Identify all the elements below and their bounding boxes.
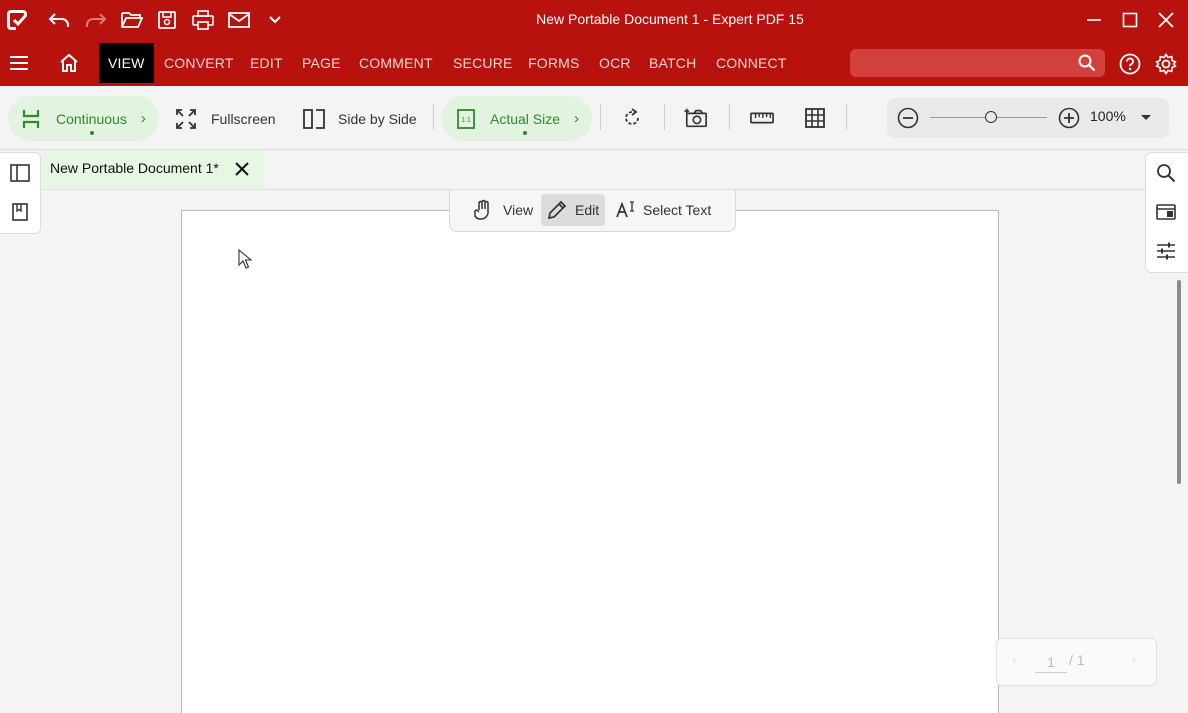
help-icon[interactable] — [1118, 52, 1142, 76]
fullscreen-icon — [176, 108, 196, 129]
fullscreen-button[interactable]: Fullscreen — [176, 96, 276, 141]
side-by-side-label: Side by Side — [338, 110, 417, 127]
tab-view[interactable]: VIEW — [99, 43, 154, 83]
title-bar: New Portable Document 1 - Expert PDF 15 — [0, 0, 1188, 40]
continuous-icon — [22, 109, 40, 129]
zoom-dropdown-chevron-down-icon[interactable] — [1134, 106, 1158, 130]
ruler-icon[interactable] — [750, 106, 774, 130]
left-side-rail — [0, 152, 41, 234]
actual-size-chevron-icon[interactable]: › — [574, 110, 579, 127]
tab-edit[interactable]: EDIT — [250, 43, 283, 83]
svg-text:1:1: 1:1 — [461, 117, 471, 124]
undo-icon[interactable] — [47, 8, 71, 32]
side-by-side-button[interactable]: Side by Side — [303, 96, 417, 141]
open-folder-icon[interactable] — [120, 8, 144, 32]
email-icon[interactable] — [227, 8, 251, 32]
previous-page-icon[interactable]: ‹ — [1012, 652, 1016, 667]
save-icon[interactable] — [155, 8, 179, 32]
continuous-active-dot — [90, 131, 94, 135]
find-search-icon[interactable] — [1155, 162, 1177, 184]
close-window-button[interactable] — [1152, 6, 1180, 34]
zoom-panel — [887, 98, 1169, 138]
grid-icon[interactable] — [803, 106, 827, 130]
interaction-mode-bar: View Edit Select Text — [449, 190, 736, 232]
rotate-icon[interactable] — [620, 106, 644, 130]
vertical-scrollbar[interactable] — [1177, 280, 1181, 484]
edit-mode-label: Edit — [575, 202, 600, 218]
print-icon[interactable] — [191, 8, 215, 32]
actual-size-icon: 1:1 — [457, 108, 475, 129]
select-text-mode-label: Select Text — [643, 202, 712, 218]
pdf-page[interactable] — [181, 210, 999, 713]
adjustments-sliders-icon[interactable] — [1155, 240, 1177, 262]
fullscreen-label: Fullscreen — [211, 110, 276, 127]
zoom-in-icon[interactable] — [1057, 106, 1081, 130]
tab-batch[interactable]: BATCH — [649, 43, 696, 83]
settings-gear-icon[interactable] — [1154, 52, 1178, 76]
continuous-button[interactable]: Continuous › — [8, 96, 159, 141]
page-total: / 1 — [1069, 652, 1085, 668]
bookmark-panel-icon[interactable] — [9, 201, 31, 223]
document-tab[interactable]: New Portable Document 1* — [40, 150, 265, 188]
continuous-label: Continuous — [56, 110, 127, 127]
continuous-chevron-icon[interactable]: › — [141, 110, 146, 127]
edit-mode-button[interactable]: Edit — [541, 194, 605, 226]
hand-icon — [473, 199, 493, 221]
page-number-input[interactable] — [1035, 651, 1067, 673]
close-document-icon[interactable] — [232, 159, 252, 179]
hamburger-menu-icon[interactable] — [7, 51, 31, 75]
toolbar-separator — [600, 104, 601, 130]
tab-secure[interactable]: SECURE — [453, 43, 513, 83]
view-mode-button[interactable]: View — [471, 194, 535, 226]
side-by-side-icon — [303, 108, 325, 129]
tab-ocr[interactable]: OCR — [599, 43, 631, 83]
tab-forms[interactable]: FORMS — [528, 43, 580, 83]
zoom-value[interactable]: 100% — [1090, 108, 1126, 124]
search-box — [850, 49, 1105, 77]
view-mode-label: View — [503, 202, 534, 218]
toolbar-separator — [433, 104, 434, 130]
toolbar-separator — [729, 104, 730, 130]
panel-toggle-icon[interactable] — [9, 162, 31, 184]
next-page-icon[interactable]: › — [1132, 652, 1136, 667]
snapshot-camera-icon[interactable] — [684, 106, 708, 130]
redo-icon[interactable] — [84, 8, 108, 32]
actual-size-active-dot — [523, 131, 527, 135]
actual-size-label: Actual Size — [490, 110, 561, 127]
app-logo-icon[interactable] — [6, 8, 30, 32]
minimize-button[interactable] — [1080, 6, 1108, 34]
zoom-slider-handle[interactable] — [984, 111, 997, 123]
tab-page[interactable]: PAGE — [302, 43, 341, 83]
document-tab-name: New Portable Document 1* — [50, 160, 219, 176]
tab-comment[interactable]: COMMENT — [359, 43, 433, 83]
actual-size-button[interactable]: 1:1 Actual Size › — [441, 96, 592, 141]
pencil-icon — [547, 200, 567, 220]
zoom-out-icon[interactable] — [896, 106, 920, 130]
properties-panel-icon[interactable] — [1155, 201, 1177, 223]
select-text-mode-button[interactable]: Select Text — [616, 194, 711, 226]
toolbar-separator — [664, 104, 665, 130]
tab-convert[interactable]: CONVERT — [164, 43, 234, 83]
customize-chevron-down-icon[interactable] — [263, 8, 287, 32]
mouse-pointer-icon — [238, 248, 253, 274]
tab-connect[interactable]: CONNECT — [716, 43, 787, 83]
text-cursor-icon — [616, 200, 636, 220]
right-side-rail — [1145, 152, 1188, 273]
home-icon[interactable] — [57, 51, 81, 75]
maximize-button[interactable] — [1116, 6, 1144, 34]
toolbar-separator — [846, 104, 847, 130]
search-icon[interactable] — [1075, 51, 1099, 75]
search-input[interactable] — [860, 49, 1075, 77]
